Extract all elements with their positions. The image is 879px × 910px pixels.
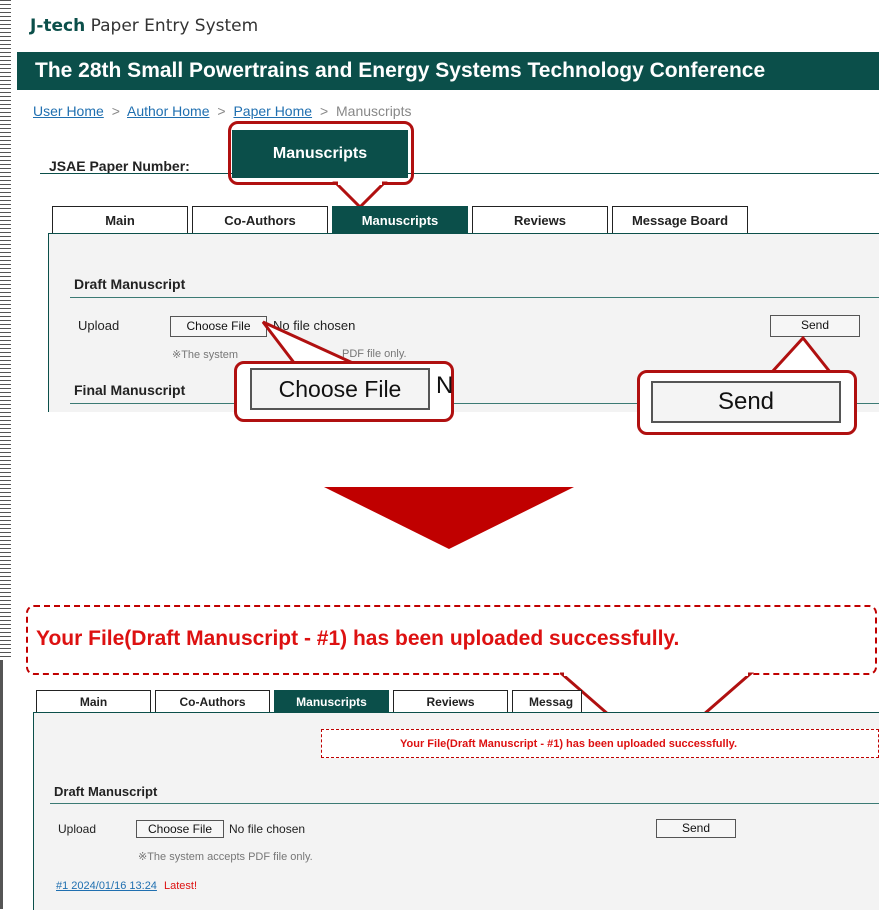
tab-message-board[interactable]: Messag: [512, 690, 582, 712]
breadcrumb-user-home[interactable]: User Home: [33, 103, 104, 119]
no-file-chosen-text: No file chosen: [229, 822, 306, 836]
brand-rest: Paper Entry System: [90, 16, 259, 36]
zoomed-choose-file-button[interactable]: Choose File: [250, 368, 430, 410]
manuscripts-tab-callout: [228, 121, 414, 185]
tab-reviews[interactable]: Reviews: [393, 690, 508, 712]
send-pointer: [768, 336, 834, 374]
tab-message-board[interactable]: Message Board: [612, 206, 748, 233]
zoomed-no-file-text-fragment: N: [436, 372, 454, 399]
breadcrumb-separator: >: [111, 103, 120, 119]
choose-file-button[interactable]: Choose File: [136, 820, 224, 838]
left-scrollbar-strip: [0, 0, 11, 410]
conference-banner: The 28th Small Powertrains and Energy Sy…: [17, 52, 879, 90]
zoomed-send-button[interactable]: Send: [651, 381, 841, 423]
manuscript-version-link[interactable]: #1 2024/01/16 13:24: [56, 880, 157, 892]
tab-co-authors[interactable]: Co-Authors: [192, 206, 328, 233]
final-manuscript-heading: Final Manuscript: [74, 382, 186, 398]
down-arrow: [324, 487, 574, 549]
upload-label: Upload: [58, 822, 97, 836]
tab-manuscripts[interactable]: Manuscripts: [274, 690, 389, 712]
send-button[interactable]: Send: [656, 819, 736, 838]
tab-bar: Main Co-Authors Manuscripts Reviews Mess…: [52, 206, 752, 233]
divider: [50, 803, 879, 804]
success-message-large: Your File(Draft Manuscript - #1) has bee…: [36, 627, 680, 650]
divider: [40, 173, 879, 174]
app-title: J-tech Paper Entry System: [30, 16, 258, 36]
left-scrollbar-strip: [0, 412, 11, 657]
latest-badge: Latest!: [164, 880, 198, 892]
tab-co-authors[interactable]: Co-Authors: [155, 690, 270, 712]
divider: [70, 297, 879, 298]
tab-manuscripts[interactable]: Manuscripts: [332, 206, 468, 233]
history-entry: #1 2024/01/16 13:24 Latest!: [56, 880, 197, 892]
upload-label: Upload: [78, 318, 120, 333]
breadcrumb-separator: >: [217, 103, 226, 119]
pdf-note: ※The system accepts PDF file only.: [138, 851, 313, 863]
breadcrumb-current: Manuscripts: [336, 103, 412, 119]
left-scrollbar-strip: [0, 660, 3, 909]
brand-prefix: J-tech: [30, 16, 86, 36]
pdf-note: ※The system: [172, 349, 239, 361]
draft-manuscript-heading: Draft Manuscript: [54, 784, 158, 799]
draft-manuscript-heading: Draft Manuscript: [74, 276, 186, 292]
paper-number-label: JSAE Paper Number:: [49, 158, 190, 174]
tab-reviews[interactable]: Reviews: [472, 206, 608, 233]
send-button[interactable]: Send: [770, 315, 860, 337]
tab-main[interactable]: Main: [36, 690, 151, 712]
breadcrumb: User Home > Author Home > Paper Home > M…: [33, 103, 411, 119]
breadcrumb-separator: >: [319, 103, 329, 119]
tab-bar: Main Co-Authors Manuscripts Reviews Mess…: [36, 690, 586, 712]
breadcrumb-author-home[interactable]: Author Home: [127, 103, 209, 119]
tab-main[interactable]: Main: [52, 206, 188, 233]
breadcrumb-paper-home[interactable]: Paper Home: [233, 103, 312, 119]
success-message: Your File(Draft Manuscript - #1) has bee…: [400, 738, 737, 750]
choose-file-button[interactable]: Choose File: [170, 316, 267, 337]
